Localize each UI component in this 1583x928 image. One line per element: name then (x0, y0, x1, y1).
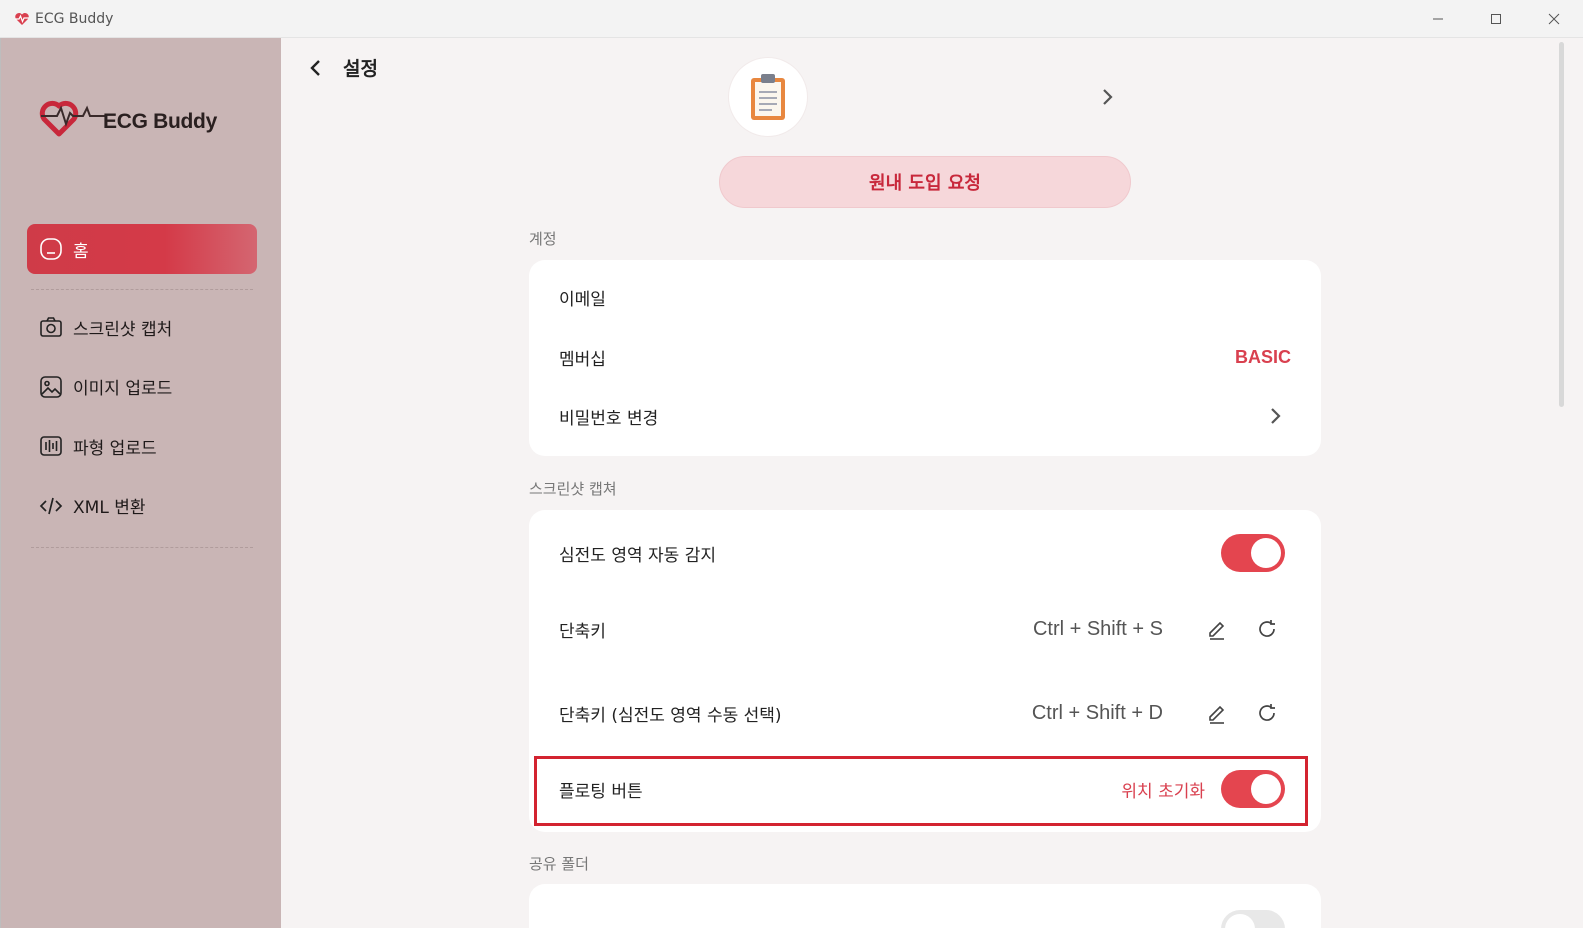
edit-manual-shortcut-button[interactable] (1203, 699, 1231, 727)
edit-shortcut-button[interactable] (1203, 615, 1231, 643)
pencil-icon (1209, 621, 1225, 640)
sidebar-item-xml-convert[interactable]: XML 변환 (27, 481, 257, 531)
maximize-button[interactable] (1467, 0, 1525, 38)
logo-text: ECG Buddy (103, 110, 217, 133)
sidebar-item-image-upload[interactable]: 이미지 업로드 (27, 362, 257, 412)
auto-detect-row: 심전도 영역 자동 감지 (559, 532, 1291, 574)
account-section-label: 계정 (529, 230, 557, 248)
shared-folder-section-label: 공유 폴더 (529, 855, 589, 873)
screenshot-section-label: 스크린샷 캡쳐 (529, 480, 617, 498)
window-title: ECG Buddy (35, 10, 114, 27)
camera-icon (39, 315, 63, 339)
change-password-row[interactable]: 비밀번호 변경 (559, 396, 1291, 436)
sidebar-item-label: XML 변환 (73, 498, 146, 518)
sidebar-nav: 홈 스크린샷 캡처 이미지 업로드 파형 업로드 XML 변환 (27, 224, 257, 560)
sidebar: ECG Buddy 홈 스크린샷 캡처 이미지 업로드 파형 업로드 XML 변… (0, 38, 281, 928)
pencil-icon (1209, 705, 1225, 724)
auto-detect-toggle[interactable] (1221, 534, 1285, 572)
chevron-right-icon (1269, 406, 1281, 426)
image-icon (39, 375, 63, 399)
reset-manual-shortcut-button[interactable] (1253, 699, 1281, 727)
title-bar: ECG Buddy (0, 0, 1583, 38)
shortcut-label: 단축키 (559, 621, 606, 642)
profile-row[interactable] (729, 58, 1129, 136)
highlight-box (534, 756, 1308, 826)
close-icon (1548, 13, 1560, 25)
close-window-button[interactable] (1525, 0, 1583, 38)
settings-page: 설정 원내 도입 요청 계정 이메일 멤버십 BASIC 비밀번호 변경 스크린… (281, 38, 1556, 928)
manual-shortcut-value: Ctrl + Shift + D (1031, 701, 1163, 724)
sidebar-item-home[interactable]: 홈 (27, 224, 257, 274)
clipboard-icon (751, 74, 785, 120)
app-logo[interactable]: ECG Buddy (39, 94, 217, 138)
chevron-left-icon (310, 59, 320, 76)
app-heart-icon (14, 11, 30, 27)
membership-value: BASIC (1234, 346, 1291, 367)
manual-shortcut-label: 단축키 (심전도 영역 수동 선택) (559, 705, 782, 726)
sidebar-item-label: 파형 업로드 (73, 438, 157, 459)
membership-row: 멤버십 BASIC (559, 337, 1291, 377)
refresh-icon (1259, 704, 1275, 721)
scrollbar[interactable] (1557, 38, 1566, 928)
minimize-icon (1433, 18, 1443, 20)
scrollbar-thumb[interactable] (1559, 42, 1564, 407)
avatar (729, 58, 807, 136)
shared-folder-card (529, 884, 1321, 928)
auto-detect-label: 심전도 영역 자동 감지 (559, 545, 716, 566)
back-button[interactable] (309, 56, 331, 80)
sidebar-item-label: 홈 (73, 241, 89, 262)
nav-divider (31, 546, 253, 548)
email-label: 이메일 (559, 289, 606, 310)
chevron-right-icon (1101, 84, 1121, 110)
shared-folder-toggle[interactable] (1221, 910, 1285, 928)
waveform-icon (39, 434, 63, 458)
sidebar-item-waveform-upload[interactable]: 파형 업로드 (27, 421, 257, 471)
email-row: 이메일 (559, 277, 1291, 317)
heart-logo-icon (39, 100, 107, 137)
home-icon (39, 237, 63, 261)
change-password-label: 비밀번호 변경 (559, 408, 659, 429)
reset-shortcut-button[interactable] (1253, 615, 1281, 643)
refresh-icon (1259, 620, 1275, 637)
shared-folder-row (559, 908, 1291, 928)
request-adoption-button[interactable]: 원내 도입 요청 (719, 156, 1131, 208)
shortcut-value: Ctrl + Shift + S (1032, 617, 1163, 640)
nav-divider (31, 289, 253, 290)
code-icon (39, 494, 63, 518)
sidebar-item-label: 스크린샷 캡처 (73, 319, 173, 340)
sidebar-item-screenshot-capture[interactable]: 스크린샷 캡처 (27, 302, 257, 352)
maximize-icon (1491, 14, 1501, 24)
minimize-button[interactable] (1409, 0, 1467, 38)
membership-label: 멤버십 (559, 349, 606, 370)
manual-shortcut-row: 단축키 (심전도 영역 수동 선택) Ctrl + Shift + D (559, 692, 1291, 734)
shortcut-row: 단축키 Ctrl + Shift + S (559, 608, 1291, 650)
account-card: 이메일 멤버십 BASIC 비밀번호 변경 (529, 260, 1321, 456)
sidebar-item-label: 이미지 업로드 (73, 379, 173, 399)
page-title: 설정 (343, 58, 378, 80)
